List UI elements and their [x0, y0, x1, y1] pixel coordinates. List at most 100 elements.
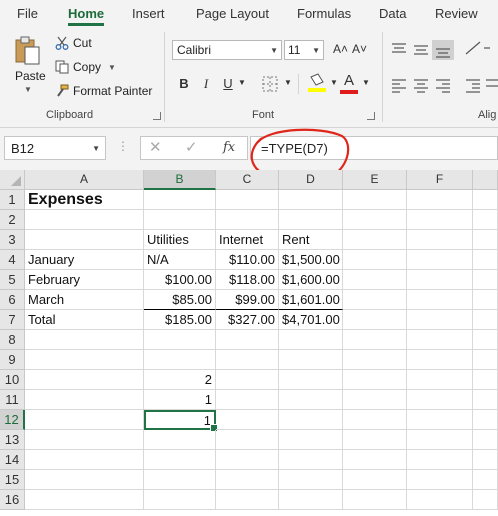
cut-button[interactable]: Cut — [55, 36, 92, 50]
cell-d15[interactable] — [279, 470, 343, 490]
cell-g11[interactable] — [473, 390, 498, 410]
cell-f16[interactable] — [407, 490, 473, 510]
cell-g1[interactable] — [473, 190, 498, 210]
cell-a2[interactable] — [25, 210, 144, 230]
cell-d2[interactable] — [279, 210, 343, 230]
cell-f15[interactable] — [407, 470, 473, 490]
cell-f11[interactable] — [407, 390, 473, 410]
cell-d14[interactable] — [279, 450, 343, 470]
cell-b11[interactable]: 1 — [144, 390, 216, 410]
font-color-button[interactable]: A — [340, 72, 360, 94]
tab-file[interactable]: File — [17, 6, 38, 21]
cell-d11[interactable] — [279, 390, 343, 410]
cell-a14[interactable] — [25, 450, 144, 470]
cell-f10[interactable] — [407, 370, 473, 390]
fill-color-icon[interactable] — [306, 72, 328, 94]
cell-a1[interactable]: Expenses — [25, 190, 144, 210]
row-header-4[interactable]: 4 — [0, 250, 25, 270]
cell-b12[interactable]: 1 — [144, 410, 218, 432]
cell-c4[interactable]: $110.00 — [216, 250, 279, 270]
cell-e5[interactable] — [343, 270, 407, 290]
tab-insert[interactable]: Insert — [132, 6, 165, 21]
format-painter-button[interactable]: Format Painter — [55, 84, 152, 98]
paste-dropdown-icon[interactable]: ▼ — [24, 85, 32, 94]
decrease-font-size-button[interactable]: A˅ — [352, 42, 367, 56]
cell-f12[interactable] — [407, 410, 473, 430]
enter-check-icon[interactable]: ✓ — [185, 138, 198, 156]
row-header-7[interactable]: 7 — [0, 310, 25, 330]
cell-g12[interactable] — [473, 410, 498, 430]
cell-a6[interactable]: March — [25, 290, 144, 310]
cell-a11[interactable] — [25, 390, 144, 410]
cell-a16[interactable] — [25, 490, 144, 510]
cell-a12[interactable] — [25, 410, 144, 430]
font-name-select[interactable]: Calibri ▼ — [172, 40, 282, 60]
cell-d4[interactable]: $1,500.00 — [279, 250, 343, 270]
row-header-15[interactable]: 15 — [0, 470, 25, 490]
cell-e14[interactable] — [343, 450, 407, 470]
copy-button[interactable]: Copy ▼ — [55, 60, 116, 74]
row-header-9[interactable]: 9 — [0, 350, 25, 370]
cell-c15[interactable] — [216, 470, 279, 490]
cell-g7[interactable] — [473, 310, 498, 330]
row-header-14[interactable]: 14 — [0, 450, 25, 470]
cell-e2[interactable] — [343, 210, 407, 230]
cell-d9[interactable] — [279, 350, 343, 370]
cell-d7[interactable]: $4,701.00 — [279, 310, 343, 330]
row-header-11[interactable]: 11 — [0, 390, 25, 410]
cell-a15[interactable] — [25, 470, 144, 490]
fill-color-dropdown-icon[interactable]: ▼ — [330, 78, 338, 87]
cell-e11[interactable] — [343, 390, 407, 410]
cell-d3[interactable]: Rent — [279, 230, 343, 250]
cell-e9[interactable] — [343, 350, 407, 370]
cell-d6[interactable]: $1,601.00 — [279, 290, 343, 310]
column-header-a[interactable]: A — [25, 170, 144, 190]
cell-b14[interactable] — [144, 450, 216, 470]
tab-home[interactable]: Home — [68, 6, 105, 26]
tab-review[interactable]: Review — [435, 6, 478, 21]
cell-e10[interactable] — [343, 370, 407, 390]
cell-b8[interactable] — [144, 330, 216, 350]
italic-button[interactable]: I — [196, 74, 216, 94]
cell-d5[interactable]: $1,600.00 — [279, 270, 343, 290]
row-header-1[interactable]: 1 — [0, 190, 25, 210]
cancel-icon[interactable]: ✕ — [149, 138, 162, 156]
cell-e15[interactable] — [343, 470, 407, 490]
tab-data[interactable]: Data — [379, 6, 406, 21]
cell-c6[interactable]: $99.00 — [216, 290, 279, 310]
cell-b7[interactable]: $185.00 — [144, 310, 216, 330]
font-color-dropdown-icon[interactable]: ▼ — [362, 78, 370, 87]
cell-e8[interactable] — [343, 330, 407, 350]
cell-a13[interactable] — [25, 430, 144, 450]
row-header-8[interactable]: 8 — [0, 330, 25, 350]
cell-c16[interactable] — [216, 490, 279, 510]
cell-d1[interactable] — [279, 190, 343, 210]
cell-a4[interactable]: January — [25, 250, 144, 270]
cell-e12[interactable] — [343, 410, 407, 430]
cell-d13[interactable] — [279, 430, 343, 450]
cell-e1[interactable] — [343, 190, 407, 210]
cell-f14[interactable] — [407, 450, 473, 470]
cell-b1[interactable] — [144, 190, 216, 210]
column-header-partial[interactable] — [473, 170, 498, 190]
cell-g13[interactable] — [473, 430, 498, 450]
cell-b5[interactable]: $100.00 — [144, 270, 216, 290]
select-all-button[interactable] — [0, 170, 25, 190]
cell-f2[interactable] — [407, 210, 473, 230]
cell-b3[interactable]: Utilities — [144, 230, 216, 250]
drag-handle-icon[interactable]: ⋮ — [117, 139, 129, 153]
cell-g16[interactable] — [473, 490, 498, 510]
cell-a10[interactable] — [25, 370, 144, 390]
cell-g9[interactable] — [473, 350, 498, 370]
cell-b9[interactable] — [144, 350, 216, 370]
cell-c2[interactable] — [216, 210, 279, 230]
formula-input[interactable]: =TYPE(D7) — [250, 136, 498, 160]
cell-b2[interactable] — [144, 210, 216, 230]
cell-g8[interactable] — [473, 330, 498, 350]
cell-e6[interactable] — [343, 290, 407, 310]
cell-f4[interactable] — [407, 250, 473, 270]
copy-dropdown-icon[interactable]: ▼ — [108, 63, 116, 72]
row-header-3[interactable]: 3 — [0, 230, 25, 250]
cell-a3[interactable] — [25, 230, 144, 250]
cell-a7[interactable]: Total — [25, 310, 144, 330]
